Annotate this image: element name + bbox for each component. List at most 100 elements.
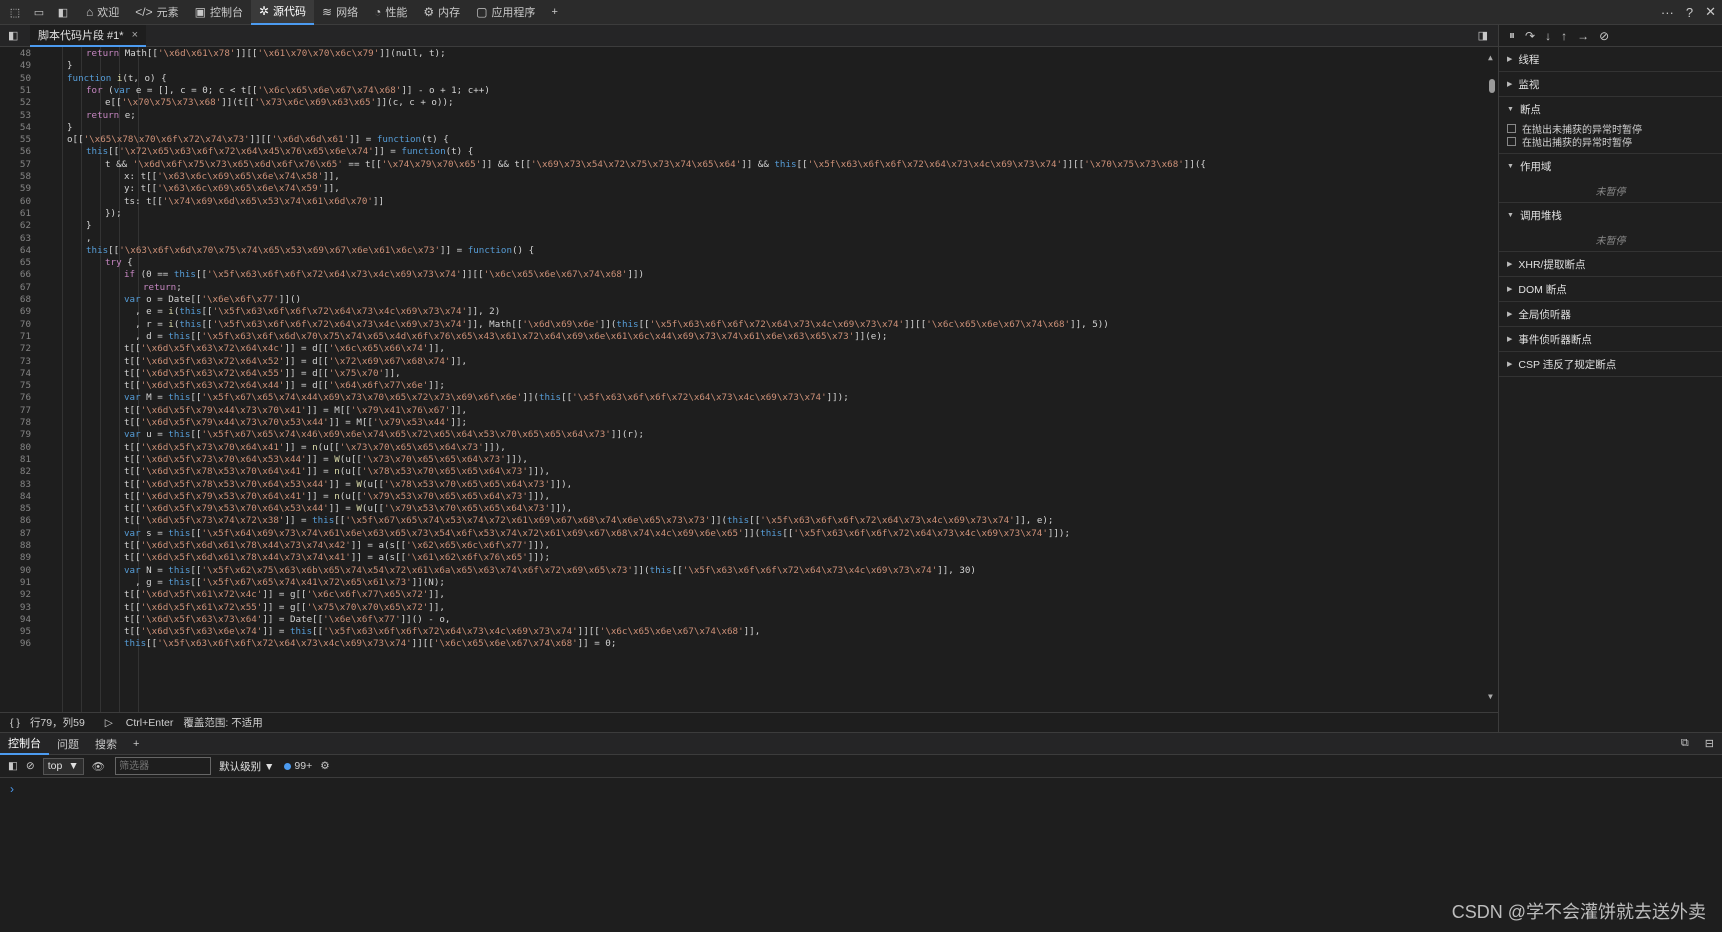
inspect-icon[interactable]: ⬚ — [6, 3, 24, 21]
section-watch[interactable]: ▶ 监视 — [1499, 72, 1722, 97]
tab-gauge[interactable]: ◔ 性能 — [366, 0, 415, 25]
code-editor[interactable]: 48 return Math[['\x6d\x61\x78']][['\x61\x… — [0, 47, 1498, 712]
pause-exception-checkbox[interactable]: 在抛出捕获的异常时暂停 — [1499, 135, 1722, 149]
run-snippet-button[interactable]: ▷ Ctrl+Enter — [95, 717, 174, 729]
section-breakpoints[interactable]: ▼ 断点 — [1499, 97, 1722, 122]
live-expression-icon[interactable]: 👁 — [92, 760, 105, 773]
tab-terminal[interactable]: ▣ 控制台 — [187, 0, 251, 25]
undock-icon[interactable]: ⧉ — [1681, 737, 1689, 750]
tab-home[interactable]: ⌂ 欢迎 — [78, 0, 127, 25]
section-label: 线程 — [1518, 53, 1540, 66]
debugger-toggle-icon[interactable]: ◨ — [1478, 29, 1488, 42]
section-label: 事件侦听器断点 — [1518, 333, 1592, 346]
section-breakpoint-group-2[interactable]: ▶ 全局侦听器 — [1499, 302, 1722, 327]
tab-issues[interactable]: 问题 — [49, 733, 87, 755]
not-paused-text: 未暂停 — [1499, 179, 1722, 203]
issues-badge[interactable]: 99+ — [284, 760, 312, 772]
section-breakpoint-group-4[interactable]: ▶ CSP 违反了规定断点 — [1499, 352, 1722, 377]
chevron-right-icon: ▶ — [1507, 81, 1513, 88]
section-label: 全局侦听器 — [1518, 308, 1571, 321]
console-output[interactable]: › CSDN @学不会灌饼就去送外卖 — [0, 778, 1722, 932]
terminal-icon: ▣ — [194, 5, 206, 19]
not-paused-text: 未暂停 — [1499, 228, 1722, 252]
section-call-stack[interactable]: ▼ 调用堆栈 — [1499, 203, 1722, 228]
tab-wifi[interactable]: ≋ 网络 — [314, 0, 366, 25]
clear-console-icon[interactable]: ⊘ — [26, 760, 35, 772]
filter-input[interactable] — [115, 757, 212, 775]
section-scope[interactable]: ▼ 作用域 — [1499, 154, 1722, 179]
code-text: this[['\x63\x6f\x6d\x70\x75\x74\x65\x53\… — [86, 244, 535, 256]
tab-console[interactable]: 控制台 — [0, 733, 49, 755]
chevron-right-icon: ▶ — [1507, 286, 1513, 293]
section-breakpoint-group-1[interactable]: ▶ DOM 断点 — [1499, 277, 1722, 302]
debugger-sections: ▶ 线程 ▶ 监视 ▼ 断点 在抛出未捕获的异常时暂停 在抛出捕获的异常时暂停 ▼ 作用域 未暂停 ▼… — [1499, 47, 1722, 377]
more-button[interactable]: ··· — [1661, 5, 1674, 20]
section-label: 作用域 — [1519, 161, 1552, 173]
console-prompt[interactable]: › — [10, 782, 14, 796]
help-button[interactable]: ? — [1686, 5, 1693, 20]
section-threads[interactable]: ▶ 线程 — [1499, 47, 1722, 72]
step-icon[interactable]: → — [1577, 29, 1589, 43]
chevron-down-icon: ▼ — [1507, 106, 1514, 113]
pause-icon[interactable]: ⏸ — [1509, 28, 1515, 43]
tab-code[interactable]: </> 元素 — [127, 0, 186, 25]
deactivate-breakpoints-icon[interactable]: ⊘ — [1599, 29, 1609, 43]
dock-icon[interactable]: ◧ — [54, 3, 72, 21]
sidebar-toggle-icon[interactable]: ◧ — [8, 760, 18, 772]
section-breakpoint-group-0[interactable]: ▶ XHR/提取断点 — [1499, 252, 1722, 277]
tab-label: 源代码 — [273, 6, 307, 18]
section-label: 调用堆栈 — [1519, 210, 1562, 222]
close-tab-icon[interactable]: × — [132, 29, 138, 41]
log-level-label: 默认级别 — [219, 760, 262, 773]
file-tab-bar: ◧ 脚本代码片段 #1* × ◨ — [0, 24, 1498, 47]
section-label: 断点 — [1519, 104, 1541, 116]
toolbar-right: ··· ? ✕ — [1655, 4, 1722, 20]
step-into-icon[interactable]: ↓ — [1545, 29, 1551, 43]
context-label: top — [47, 760, 63, 772]
device-toggle-icon[interactable]: ▭ — [30, 3, 48, 21]
add-icon: + — [133, 737, 140, 750]
step-over-icon[interactable]: ↷ — [1525, 29, 1535, 43]
cursor-position: 行79，列59 — [29, 717, 85, 729]
editor-scrollbar[interactable]: ▲ ▼ — [1486, 47, 1498, 712]
checkbox[interactable] — [1507, 137, 1516, 146]
tab-bug[interactable]: ✲ 源代码 — [250, 0, 315, 25]
close-button[interactable]: ✕ — [1705, 4, 1716, 20]
tab-label: 控制台 — [209, 7, 243, 19]
tab-label: 内存 — [438, 7, 461, 19]
step-out-icon[interactable]: ↑ — [1561, 29, 1567, 43]
console-settings-icon[interactable]: ⚙ — [320, 760, 329, 772]
console-toolbar: ◧ ⊘ top ▼ 👁 默认级别 ▼ 99+ ⚙ — [0, 755, 1722, 778]
pretty-print-button[interactable]: { } — [10, 717, 20, 729]
tab-window[interactable]: ▢ 应用程序 — [468, 0, 543, 25]
chevron-right-icon: ▶ — [1507, 311, 1513, 318]
debugger-controls: ⏸ ↷ ↓ ↑ → ⊘ — [1499, 25, 1722, 47]
checkbox-label: 在抛出捕获的异常时暂停 — [1522, 138, 1632, 149]
section-breakpoint-group-3[interactable]: ▶ 事件侦听器断点 — [1499, 327, 1722, 352]
scrollbar-thumb[interactable] — [1489, 79, 1495, 93]
navigator-toggle-icon[interactable]: ◧ — [8, 29, 18, 42]
add-panel-button[interactable]: + — [543, 0, 565, 25]
gear-icon: ⚙ — [423, 5, 435, 19]
file-tab[interactable]: 脚本代码片段 #1* × — [30, 24, 147, 47]
add-drawer-tab-button[interactable]: + — [125, 733, 147, 755]
tab-search[interactable]: 搜索 — [87, 733, 125, 755]
wifi-icon: ≋ — [322, 5, 333, 19]
play-icon: ▷ — [104, 716, 116, 729]
scroll-down-icon[interactable]: ▼ — [1488, 692, 1493, 701]
log-level-dropdown[interactable]: 默认级别 ▼ — [219, 759, 274, 774]
gauge-icon: ◔ — [374, 5, 382, 19]
line-number[interactable]: 96 — [0, 637, 31, 651]
editor-status-bar: { } 行79，列59 ▷ Ctrl+Enter 覆盖范围: 不适用 — [0, 712, 1498, 732]
scroll-up-icon[interactable]: ▲ — [1488, 53, 1493, 62]
context-selector[interactable]: top ▼ — [42, 757, 84, 775]
chevron-right-icon: ▶ — [1507, 336, 1513, 343]
close-drawer-icon[interactable]: ⊟ — [1705, 737, 1714, 750]
section-label: DOM 断点 — [1518, 283, 1567, 296]
chevron-down-icon: ▼ — [1507, 163, 1514, 170]
checkbox[interactable] — [1507, 124, 1516, 133]
code-text: return Math[['\x6d\x61\x78']][['\x61\x70… — [86, 48, 446, 59]
code-text: ts: t[['\x74\x69\x6d\x65\x53\x74\x61\x6d… — [124, 195, 385, 207]
code-text: return e; — [86, 109, 136, 121]
tab-gear[interactable]: ⚙ 内存 — [415, 0, 468, 25]
